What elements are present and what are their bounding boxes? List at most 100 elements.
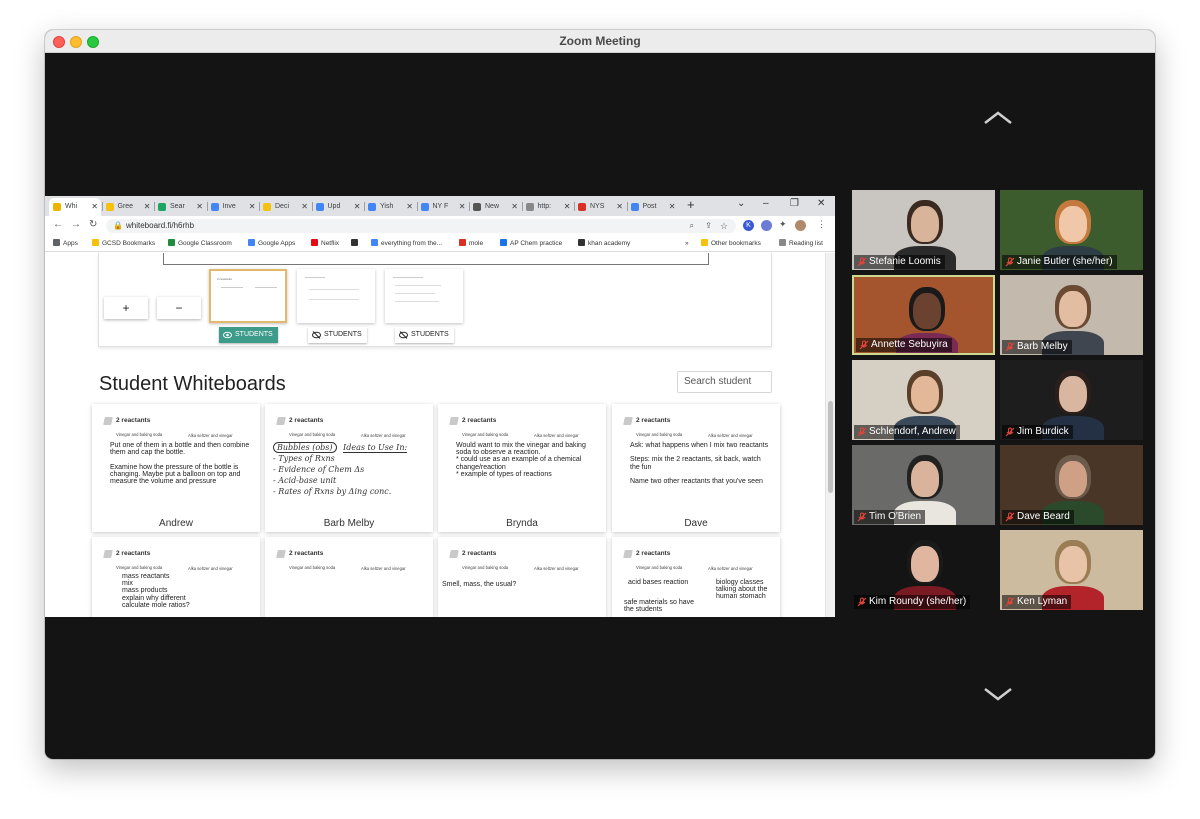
extension-icon[interactable] (761, 220, 772, 231)
card-subtitle-left: Vinegar and baking soda (636, 565, 683, 570)
board-icon (103, 550, 113, 558)
bookmark-item[interactable]: Google Apps (248, 239, 295, 249)
close-tab-icon[interactable]: ✕ (91, 198, 98, 216)
restore-icon[interactable]: ❐ (790, 198, 799, 209)
student-whiteboard-card[interactable]: 2 reactants Vinegar and baking soda Alka… (612, 537, 780, 617)
close-tab-icon[interactable]: ✕ (616, 198, 623, 216)
reload-icon[interactable]: ↻ (89, 219, 97, 230)
student-whiteboard-card[interactable]: 2 reactants Vinegar and baking soda Alka… (265, 404, 433, 532)
close-tab-icon[interactable]: ✕ (354, 198, 361, 216)
close-tab-icon[interactable]: ✕ (144, 198, 151, 216)
new-tab-button[interactable]: + (687, 197, 695, 212)
student-whiteboard-card[interactable]: 2 reactants Vinegar and baking soda Alka… (438, 404, 606, 532)
browser-tab[interactable]: NYS ✕ (574, 198, 626, 216)
browser-tab[interactable]: Sear ✕ (154, 198, 206, 216)
close-tab-icon[interactable]: ✕ (669, 198, 676, 216)
browser-tab[interactable]: New ✕ (469, 198, 521, 216)
zoom-in-button[interactable]: + (104, 297, 148, 319)
student-whiteboard-card[interactable]: 2 reactants Vinegar and baking soda Alka… (265, 537, 433, 617)
mic-muted-icon (1005, 257, 1015, 267)
browser-tab[interactable]: Whi ✕ (49, 198, 101, 216)
participant-video-tile[interactable]: Ken Lyman (1000, 530, 1143, 610)
card-heading: 2 reactants (276, 550, 323, 558)
browser-tab[interactable]: Post ✕ (627, 198, 679, 216)
close-tab-icon[interactable]: ✕ (196, 198, 203, 216)
bookmark-reading-list[interactable]: Reading list (779, 239, 823, 249)
participant-video-tile[interactable]: Janie Butler (she/her) (1000, 190, 1143, 270)
bookmark-item[interactable]: Apps (53, 239, 78, 249)
star-icon[interactable]: ☆ (720, 219, 728, 233)
zoom-icon[interactable]: ⌕ (690, 219, 694, 233)
minimize-icon[interactable]: – (763, 198, 769, 209)
bookmark-item[interactable]: GCSD Bookmarks (92, 239, 155, 249)
forward-icon[interactable]: → (71, 219, 81, 230)
card-heading: 2 reactants (449, 550, 496, 558)
card-subtitle-left: Vinegar and baking soda (462, 432, 509, 437)
participant-name-label: Kim Roundy (she/her) (854, 595, 971, 609)
board-thumbnail-2[interactable] (297, 269, 375, 323)
card-subtitle-right: Alka seltzer and vinegar (188, 566, 233, 571)
participant-video-tile[interactable]: Annette Sebuyira (852, 275, 995, 355)
student-name: Barb Melby (323, 518, 375, 529)
bookmark-item[interactable]: mole (459, 239, 483, 249)
bookmark-item[interactable]: Netflix (311, 239, 339, 249)
page-scrollbar[interactable] (825, 253, 835, 617)
card-subtitle-right: Alka seltzer and vinegar (188, 433, 233, 438)
participant-video-tile[interactable]: Dave Beard (1000, 445, 1143, 525)
bookmark-item[interactable]: Google Classroom (168, 239, 232, 249)
students-visible-toggle[interactable]: STUDENTS (219, 327, 278, 343)
address-bar[interactable]: 🔒 whiteboard.fi/h6rhb ⌕ ⇪ ☆ (106, 219, 736, 233)
participant-video-tile[interactable]: Schlendorf, Andrew (852, 360, 995, 440)
student-whiteboard-card[interactable]: 2 reactants Vinegar and baking soda Alka… (92, 404, 260, 532)
close-tab-icon[interactable]: ✕ (406, 198, 413, 216)
bookmark-item[interactable]: khan academy (578, 239, 630, 249)
participant-video-tile[interactable]: Tim O'Brien (852, 445, 995, 525)
student-whiteboard-card[interactable]: 2 reactants Vinegar and baking soda Alka… (612, 404, 780, 532)
board-thumbnail-1[interactable]: 2 reactants (209, 269, 287, 323)
bookmark-item[interactable] (351, 239, 361, 249)
close-tab-icon[interactable]: ✕ (301, 198, 308, 216)
browser-tab[interactable]: NY F ✕ (417, 198, 469, 216)
close-tab-icon[interactable]: ✕ (459, 198, 466, 216)
browser-tab[interactable]: Upd ✕ (312, 198, 364, 216)
students-hidden-toggle[interactable]: STUDENTS (308, 327, 367, 343)
participant-video-tile[interactable]: Jim Burdick (1000, 360, 1143, 440)
student-whiteboard-card[interactable]: 2 reactants Vinegar and baking soda Alka… (438, 537, 606, 617)
browser-tab[interactable]: Deci ✕ (259, 198, 311, 216)
tab-separator (364, 202, 365, 211)
bookmark-item[interactable]: AP Chem practice (500, 239, 562, 249)
menu-icon[interactable]: ⋮ (817, 219, 826, 230)
extension-k-icon[interactable]: K (743, 220, 754, 231)
browser-tab[interactable]: http: ✕ (522, 198, 574, 216)
close-tab-icon[interactable]: ✕ (511, 198, 518, 216)
chevron-up-icon[interactable] (983, 110, 1013, 126)
bookmark-item[interactable]: everything from the... (371, 239, 442, 249)
participant-video-tile[interactable]: Barb Melby (1000, 275, 1143, 355)
board-thumbnail-3[interactable] (385, 269, 463, 323)
back-icon[interactable]: ← (53, 219, 63, 230)
close-tab-icon[interactable]: ✕ (249, 198, 256, 216)
browser-tab[interactable]: Gree ✕ (102, 198, 154, 216)
close-tab-icon[interactable]: ✕ (564, 198, 571, 216)
chevron-right-icon[interactable]: » (685, 239, 689, 249)
chevron-down-icon[interactable]: ⌄ (737, 198, 745, 209)
participant-video-tile[interactable]: Kim Roundy (she/her) (852, 530, 995, 610)
avatar[interactable] (795, 220, 806, 231)
bookmark-icon (459, 239, 466, 246)
puzzle-icon[interactable]: ✦ (779, 219, 787, 230)
search-student-input[interactable]: Search student (677, 371, 772, 393)
browser-tab[interactable]: Inve ✕ (207, 198, 259, 216)
share-icon[interactable]: ⇪ (705, 219, 712, 233)
student-whiteboard-card[interactable]: 2 reactants Vinegar and baking soda Alka… (92, 537, 260, 617)
participant-video-tile[interactable]: Stefanie Loomis (852, 190, 995, 270)
close-icon[interactable]: ✕ (817, 198, 825, 209)
scroll-thumb[interactable] (828, 401, 833, 493)
chevron-down-icon[interactable] (983, 686, 1013, 702)
eye-icon (223, 331, 232, 339)
title-bar: Zoom Meeting (45, 30, 1155, 53)
students-hidden-toggle[interactable]: STUDENTS (395, 327, 454, 343)
browser-tab[interactable]: Yish ✕ (364, 198, 416, 216)
zoom-out-button[interactable]: − (157, 297, 201, 319)
bookmark-other[interactable]: Other bookmarks (701, 239, 761, 249)
board-icon (449, 550, 459, 558)
